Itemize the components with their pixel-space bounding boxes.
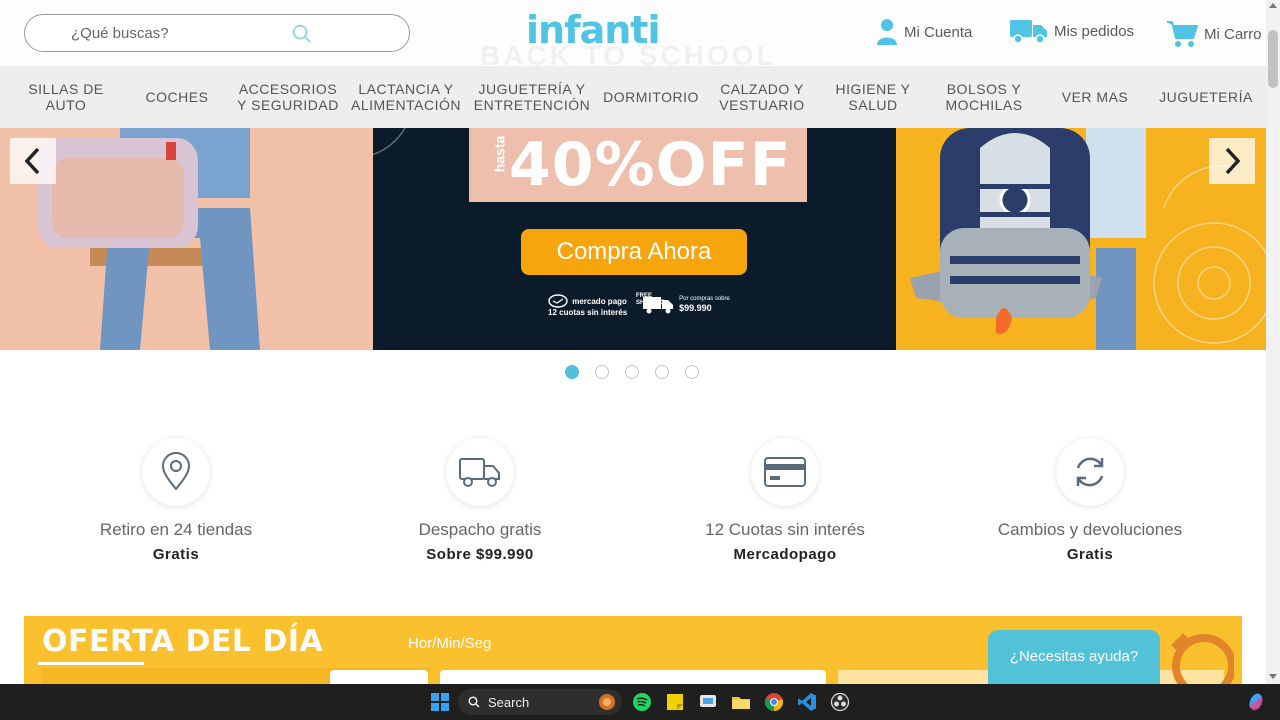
vscode-icon[interactable]: [797, 692, 817, 712]
help-chat-button[interactable]: ¿Necesitas ayuda?: [988, 630, 1160, 684]
discount-box: hasta 40%OFF: [469, 128, 807, 202]
nav-item-calzado[interactable]: CALZADO Y VESTUARIO: [710, 81, 814, 113]
feature-title: Cambios y devoluciones: [997, 520, 1183, 539]
carousel-dot-1[interactable]: [565, 365, 579, 379]
carousel-dots: [565, 365, 699, 379]
carousel-prev-button[interactable]: [10, 138, 56, 184]
search-highlight-icon: [599, 694, 615, 710]
account-label: Mi Cuenta: [904, 23, 973, 41]
nav-item-ver-mas[interactable]: VER MAS: [1043, 89, 1147, 105]
nav-item-higiene[interactable]: HIGIENE Y SALUD: [821, 81, 925, 113]
cart-icon: [1167, 21, 1198, 47]
search-input[interactable]: [71, 23, 311, 43]
promo-text: 40%OFF: [509, 130, 792, 200]
nav-item-dormitorio[interactable]: DORMITORIO: [599, 89, 703, 105]
nav-item-coches[interactable]: COCHES: [125, 89, 229, 105]
search-icon[interactable]: [291, 23, 313, 45]
os-taskbar: Search: [0, 684, 1280, 720]
truck-icon: [1010, 20, 1047, 44]
account-link[interactable]: Mi Cuenta: [876, 18, 972, 46]
feature-returns: Cambios y devoluciones Gratis: [940, 438, 1240, 563]
hero-banner[interactable]: hasta 40%OFF Compra Ahora mercado pago 1…: [0, 128, 1266, 350]
cart-label: Mi Carro: [1204, 25, 1262, 43]
obs-studio-icon[interactable]: [830, 692, 850, 712]
category-nav: SILLAS DE AUTO COCHES ACCESORIOS Y SEGUR…: [0, 66, 1266, 128]
chevron-right-icon: [1225, 147, 1241, 175]
feature-subtitle: Gratis: [152, 546, 200, 563]
windows-start-icon[interactable]: [430, 692, 450, 712]
scroll-thumb[interactable]: [1268, 30, 1278, 88]
feature-icon-circle: [1056, 438, 1124, 506]
credit-card-icon: [764, 457, 806, 487]
carousel-dot-2[interactable]: [595, 365, 609, 379]
chevron-left-icon: [24, 147, 40, 175]
site-header: BACK TO SCHOOL infanti Mi Cuenta Mis ped…: [0, 0, 1266, 71]
deal-title: OFERTA DEL DÍA: [42, 624, 324, 659]
feature-icon-circle: [446, 438, 514, 506]
orders-label: Mis pedidos: [1054, 22, 1135, 40]
feature-free-shipping: Despacho gratis Sobre $99.990: [330, 438, 630, 563]
mercadopago-text: 12 cuotas sin interés: [548, 308, 628, 317]
nav-item-bolsos[interactable]: BOLSOS Y MOCHILAS: [932, 81, 1036, 113]
copilot-icon[interactable]: [1246, 692, 1266, 712]
file-explorer-icon[interactable]: [731, 692, 751, 712]
countdown-label: Hor/Min/Seg: [408, 635, 492, 652]
carousel-dot-5[interactable]: [685, 365, 699, 379]
deal-title-underline: [38, 662, 144, 665]
carousel-dot-3[interactable]: [625, 365, 639, 379]
shipping-amount: $99.990: [679, 303, 712, 313]
promo-prefix: hasta: [491, 135, 508, 173]
nav-item-sillas-de-auto[interactable]: SILLAS DE AUTO: [14, 81, 118, 113]
handshake-icon: [548, 294, 568, 308]
feature-subtitle: Sobre $99.990: [426, 546, 534, 563]
clock-icon: [1171, 633, 1234, 686]
feature-title: 12 Cuotas sin interés: [705, 520, 865, 539]
user-icon: [877, 19, 897, 45]
taskbar-search[interactable]: Search: [458, 689, 622, 715]
buy-now-button[interactable]: Compra Ahora: [521, 229, 747, 275]
carousel-dot-4[interactable]: [655, 365, 669, 379]
chrome-icon[interactable]: [764, 692, 784, 712]
payment-badges: mercado pago 12 cuotas sin interés Por c…: [548, 293, 730, 317]
location-pin-icon: [161, 452, 191, 491]
page-scrollbar[interactable]: [1266, 0, 1280, 684]
orders-link[interactable]: Mis pedidos: [1010, 18, 1134, 44]
nav-item-jugueteria[interactable]: JUGUETERÍA: [1154, 89, 1258, 105]
nav-item-lactancia[interactable]: LACTANCIA Y ALIMENTACIÓN: [347, 81, 465, 113]
sticky-notes-icon[interactable]: [665, 692, 685, 712]
scroll-down-arrow-icon[interactable]: [1269, 674, 1277, 679]
feature-subtitle: Mercadopago: [733, 546, 837, 563]
feature-store-pickup: Retiro en 24 tiendas Gratis: [26, 438, 326, 563]
nav-item-jugueteria-entretencion[interactable]: JUGUETERÍA Y ENTRETENCIÓN: [472, 81, 592, 113]
nav-item-accesorios[interactable]: ACCESORIOS Y SEGURIDAD: [236, 81, 340, 113]
site-logo[interactable]: infanti: [526, 8, 660, 52]
feature-icon-circle: [751, 438, 819, 506]
feature-installments: 12 Cuotas sin interés Mercadopago: [635, 438, 935, 563]
feature-subtitle: Gratis: [1066, 546, 1114, 563]
refresh-icon: [1076, 457, 1104, 487]
truck-icon: [459, 458, 500, 487]
free-shipping-badge: Por compras sobre $99.990 FREE SHIPPING: [636, 293, 730, 317]
snipping-tool-icon[interactable]: [698, 692, 718, 712]
feature-icon-circle: [142, 438, 210, 506]
free-shipping-label: FREE SHIPPING: [636, 293, 665, 306]
scroll-up-arrow-icon[interactable]: [1269, 3, 1277, 8]
banner-promo-panel: hasta 40%OFF Compra Ahora mercado pago 1…: [373, 128, 896, 350]
mercadopago-badge: mercado pago 12 cuotas sin interés: [548, 294, 627, 317]
taskbar-search-label: Search: [488, 694, 530, 710]
search-icon: [468, 696, 480, 708]
spotify-icon[interactable]: [632, 692, 652, 712]
feature-title: Retiro en 24 tiendas: [99, 520, 253, 539]
search-box[interactable]: [24, 14, 410, 52]
cart-link[interactable]: Mi Carro: [1166, 20, 1262, 48]
mercadopago-name: mercado pago: [572, 296, 627, 306]
feature-title: Despacho gratis: [418, 520, 542, 539]
carousel-next-button[interactable]: [1209, 138, 1255, 184]
